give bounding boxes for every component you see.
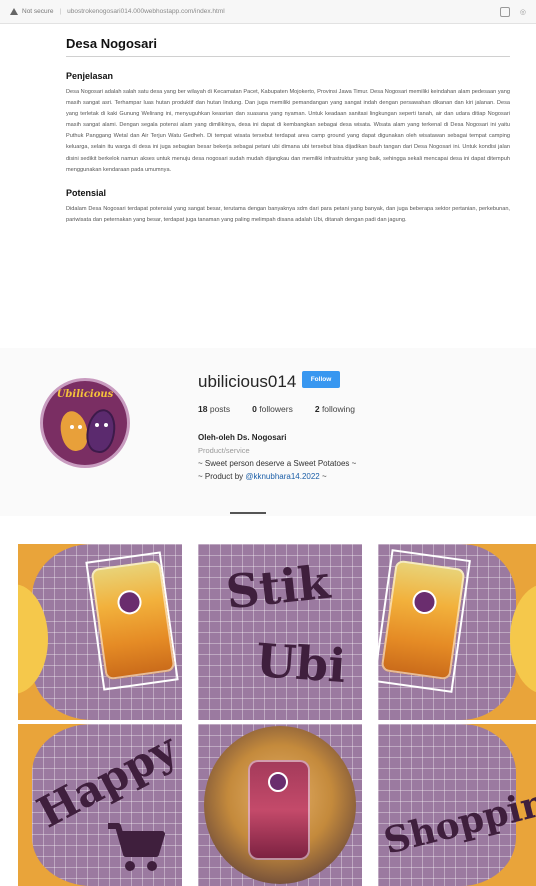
stat-followers[interactable]: 0 followers	[252, 404, 293, 414]
instagram-profile: Ubilicious ubilicious014 Follow 18 posts…	[0, 348, 536, 516]
post-thumbnail[interactable]: Shopping	[378, 724, 536, 886]
post-text-ubi: Ubi	[254, 632, 348, 694]
address-bar: Not secure | ubostrokenogosari014.000web…	[0, 0, 536, 24]
url-text[interactable]: ubostrokenogosari014.000webhostapp.com/i…	[67, 8, 492, 15]
logo-label-icon	[115, 588, 144, 616]
section-heading-penjelasan: Penjelasan	[66, 71, 114, 81]
stat-posts[interactable]: 18 posts	[198, 404, 230, 414]
profile-stats: 18 posts 0 followers 2 following	[198, 404, 355, 414]
eye-icon	[78, 425, 82, 429]
post-thumbnail[interactable]	[18, 544, 182, 720]
follow-button[interactable]: Follow	[302, 371, 340, 388]
page-title: Desa Nogosari	[66, 36, 510, 57]
section-heading-potensial: Potensial	[66, 187, 107, 198]
section-body-penjelasan: Desa Nogosari adalah salah satu desa yan…	[66, 89, 510, 173]
bio-line: ~ Sweet person deserve a Sweet Potatoes …	[198, 459, 357, 468]
security-label[interactable]: Not secure	[22, 8, 53, 15]
bio: Oleh-oleh Ds. Nogosari Product/service ~…	[198, 431, 356, 483]
stat-following[interactable]: 2 following	[315, 404, 355, 414]
avatar-logo-text: Ubilicious	[56, 389, 114, 400]
eye-icon	[104, 423, 108, 427]
category-label: Product/service	[198, 446, 250, 455]
display-name: Oleh-oleh Ds. Nogosari	[198, 433, 287, 442]
page-icon[interactable]	[499, 6, 510, 17]
posts-tab-indicator[interactable]	[230, 512, 266, 514]
logo-label-icon	[268, 772, 288, 792]
bio-line: ~ Product by @kknubhara14.2022 ~	[198, 472, 327, 481]
bio-mention-link[interactable]: @kknubhara14.2022	[245, 472, 319, 481]
logo-label-icon	[410, 588, 439, 616]
post-thumbnail[interactable]: Stik Ubi	[198, 544, 362, 720]
warning-icon	[10, 8, 18, 15]
post-thumbnail[interactable]	[378, 544, 536, 720]
post-thumbnail[interactable]: Happy	[18, 724, 182, 886]
divider: |	[59, 8, 62, 15]
avatar[interactable]: Ubilicious	[40, 378, 130, 468]
post-thumbnail[interactable]	[198, 724, 362, 886]
shopping-cart-icon	[108, 823, 165, 871]
eye-icon	[70, 425, 74, 429]
post-text-stik: Stik	[223, 554, 333, 620]
translate-icon[interactable]: ◎	[520, 8, 526, 16]
potato-mascot-icon	[83, 406, 119, 456]
section-body-potensial: Didalam Desa Nogosari terdapat potensial…	[66, 205, 510, 223]
eye-icon	[95, 423, 99, 427]
article: Desa Nogosari Penjelasan Desa Nogosari a…	[66, 36, 510, 226]
username: ubilicious014	[198, 372, 297, 391]
